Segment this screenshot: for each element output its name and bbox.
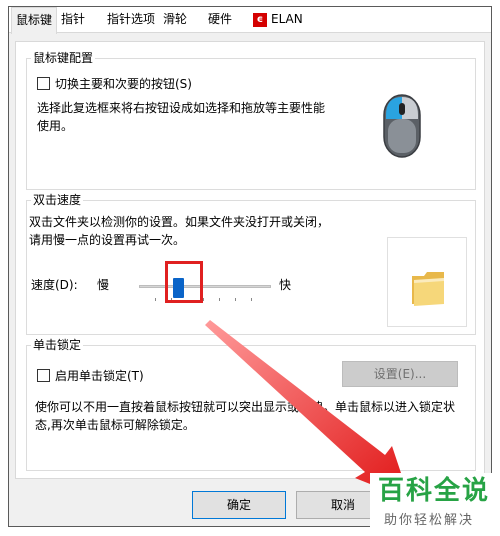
slider-tick bbox=[155, 298, 156, 301]
tab-label: 滑轮 bbox=[163, 12, 188, 26]
group-title: 鼠标键配置 bbox=[31, 50, 96, 66]
group-title: 单击锁定 bbox=[31, 337, 84, 353]
double-click-speed-group: 双击速度 双击文件夹以检测你的设置。如果文件夹没打开或关闭，请用慢一点的设置再试… bbox=[26, 192, 476, 335]
slider-tick bbox=[219, 298, 220, 301]
click-lock-description: 使你可以不用一直按着鼠标按钮就可以突出显示或拖拽。单击鼠标以进入锁定状态,再次单… bbox=[35, 400, 456, 432]
folder-icon[interactable] bbox=[410, 268, 446, 308]
slow-label: 慢 bbox=[97, 278, 110, 292]
tab-label: ELAN bbox=[271, 12, 303, 26]
tab-pointer-options[interactable]: 指针选项 bbox=[103, 7, 159, 33]
slider-tick bbox=[251, 298, 252, 301]
tab-label: 硬件 bbox=[208, 12, 233, 26]
tab-hardware[interactable]: 硬件 bbox=[204, 7, 236, 33]
click-lock-checkbox[interactable] bbox=[37, 369, 50, 382]
tab-label: 鼠标键 bbox=[16, 13, 53, 27]
speed-label: 速度(D): bbox=[31, 278, 78, 292]
speed-slider-track[interactable] bbox=[139, 285, 271, 288]
slider-tick bbox=[203, 298, 204, 301]
slider-tick bbox=[235, 298, 236, 301]
watermark: 百科全说 助你轻松解决 bbox=[370, 473, 500, 536]
tab-wheel[interactable]: 滑轮 bbox=[159, 7, 191, 33]
click-lock-row[interactable]: 启用单击锁定(T) bbox=[37, 367, 144, 384]
slider-highlight-box bbox=[165, 261, 203, 303]
switch-buttons-checkbox[interactable] bbox=[37, 77, 50, 90]
tab-label: 指针 bbox=[61, 12, 86, 26]
watermark-subtitle: 助你轻松解决 bbox=[384, 513, 475, 528]
group-title: 双击速度 bbox=[31, 192, 84, 208]
button-config-group: 鼠标键配置 切换主要和次要的按钮(S) 选择此复选框来将右按钮设成如选择和拖放等… bbox=[26, 50, 476, 190]
tab-content-buttons: 鼠标键配置 切换主要和次要的按钮(S) 选择此复选框来将右按钮设成如选择和拖放等… bbox=[15, 41, 485, 479]
click-lock-group: 单击锁定 启用单击锁定(T) 设置(E)... 使你可以不用一直按着鼠标按钮就可… bbox=[26, 337, 476, 471]
switch-buttons-row[interactable]: 切换主要和次要的按钮(S) bbox=[37, 75, 192, 92]
tab-pointers[interactable]: 指针 bbox=[57, 7, 89, 33]
fast-label: 快 bbox=[279, 278, 292, 292]
switch-buttons-label: 切换主要和次要的按钮(S) bbox=[55, 77, 192, 91]
elan-logo-icon: ϵ bbox=[253, 12, 267, 27]
watermark-title: 百科全说 bbox=[378, 476, 491, 506]
test-folder-area[interactable] bbox=[387, 237, 467, 327]
tab-bar: 鼠标键 指针 指针选项 滑轮 硬件 ϵ ELAN bbox=[9, 7, 491, 34]
button-config-description: 选择此复选框来将右按钮设成如选择和拖放等主要性能使用。 bbox=[37, 101, 326, 133]
double-click-description: 双击文件夹以检测你的设置。如果文件夹没打开或关闭，请用慢一点的设置再试一次。 bbox=[29, 215, 330, 247]
click-lock-settings-button[interactable]: 设置(E)... bbox=[342, 361, 458, 387]
ok-button[interactable]: 确定 bbox=[192, 491, 286, 519]
mouse-icon bbox=[383, 94, 421, 158]
tab-label: 指针选项 bbox=[107, 12, 156, 26]
tab-elan[interactable]: ϵ ELAN bbox=[249, 7, 307, 33]
tab-buttons[interactable]: 鼠标键 bbox=[11, 7, 58, 34]
click-lock-label: 启用单击锁定(T) bbox=[55, 369, 144, 383]
mouse-properties-window: 鼠标键 指针 指针选项 滑轮 硬件 ϵ ELAN 鼠标键配置 切换主要和次要的按钮… bbox=[8, 6, 492, 527]
